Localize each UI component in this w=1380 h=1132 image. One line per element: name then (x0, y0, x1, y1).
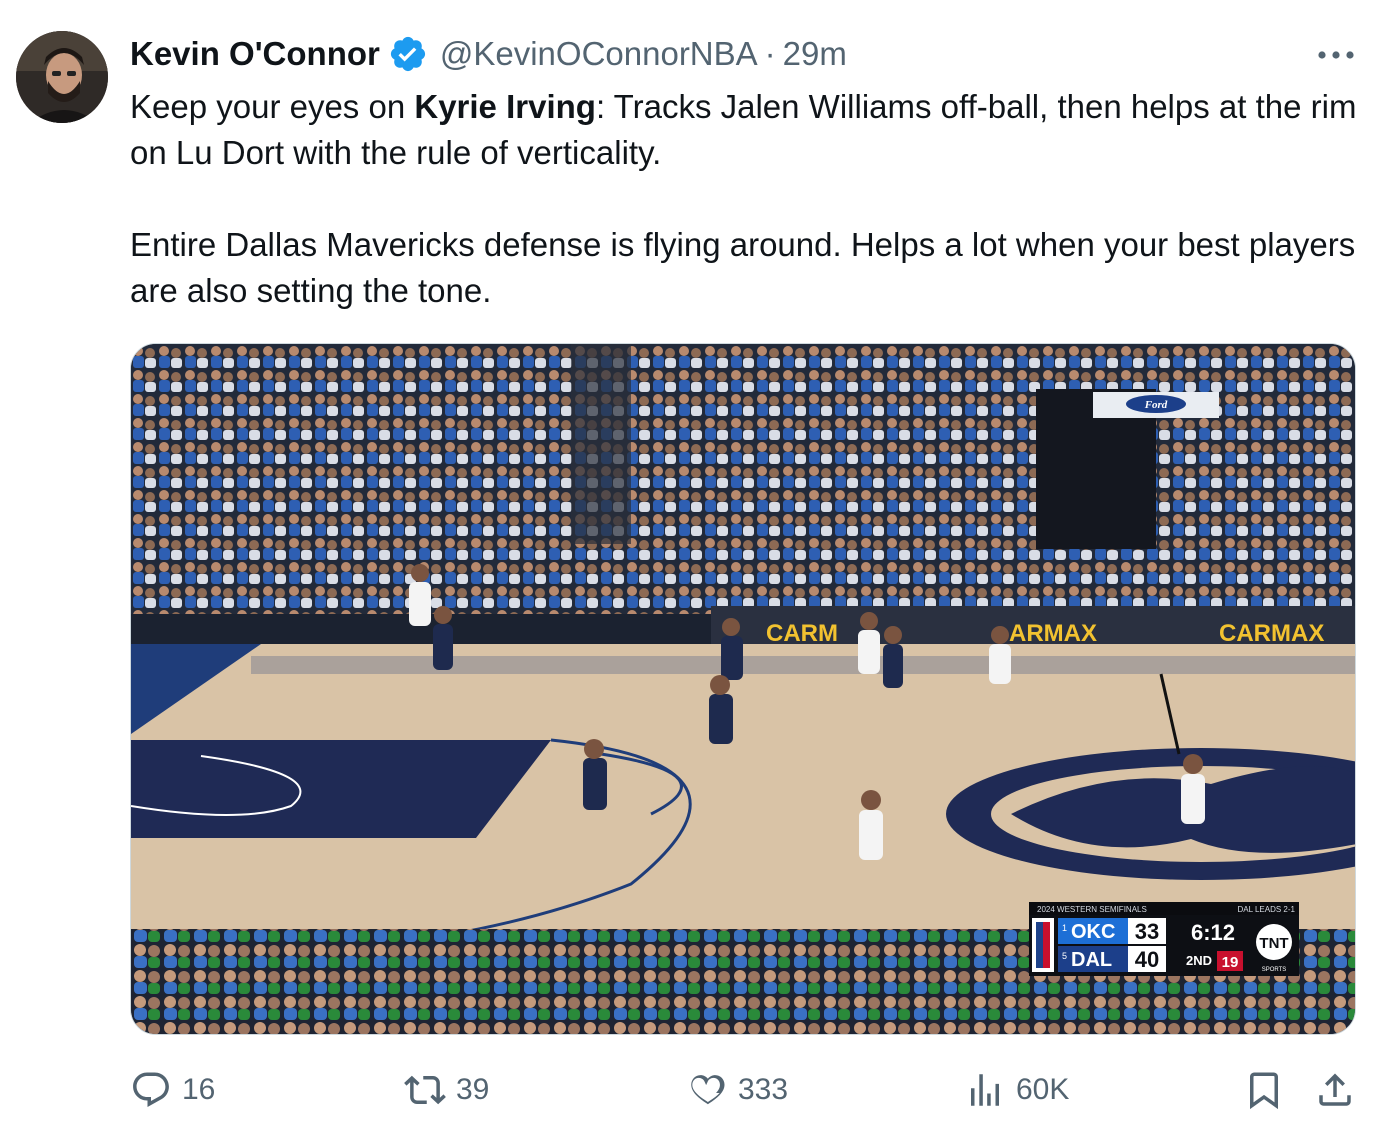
views-icon (971, 1074, 999, 1106)
team1-name: OKC (1071, 921, 1115, 943)
tweet-text: Keep your eyes on Kyrie Irving: Tracks J… (130, 84, 1365, 314)
action-bar: 16 39 333 60K (0, 1060, 1380, 1120)
tweet-header: Kevin O'Connor @KevinOConnorNBA · 29m (130, 30, 847, 78)
sponsor-logo: Ford (1144, 399, 1168, 411)
like-count: 333 (738, 1073, 789, 1106)
tweet-paragraph-2: Entire Dallas Mavericks defense is flyin… (130, 226, 1356, 309)
team2-score: 40 (1135, 947, 1159, 972)
verified-badge-icon[interactable] (388, 34, 428, 74)
bookmark-icon (1250, 1072, 1278, 1110)
scorebug: 2024 WESTERN SEMIFINALS DAL LEADS 2-1 1 … (1029, 902, 1299, 976)
avatar[interactable] (16, 31, 108, 123)
ad-board-3: CARMAX (1219, 620, 1324, 647)
reply-icon (133, 1072, 169, 1107)
network-sub: SPORTS (1262, 967, 1287, 973)
team2-seed: 5 (1062, 951, 1067, 961)
team2-name: DAL (1071, 949, 1112, 971)
highlighted-name: Kyrie Irving (414, 88, 596, 125)
more-icon[interactable] (1312, 40, 1360, 70)
reply-count: 16 (182, 1073, 216, 1106)
team1-seed: 1 (1062, 923, 1067, 933)
scorebug-series-title: 2024 WESTERN SEMIFINALS (1037, 905, 1147, 914)
retweet-icon (404, 1075, 446, 1105)
share-icon (1319, 1073, 1351, 1106)
basketball-game-scene: Ford CARM ARMAX CARMAX 2024 WESTERN SEMI… (131, 344, 1355, 1034)
handle[interactable]: @KevinOConnorNBA (440, 35, 758, 73)
like-button[interactable]: 333 (686, 1060, 788, 1120)
tweet-paragraph-1: Keep your eyes on Kyrie Irving: Tracks J… (130, 88, 1357, 171)
team1-score: 33 (1135, 919, 1159, 944)
retweet-count: 39 (456, 1073, 490, 1106)
ad-board-2: ARMAX (1009, 620, 1097, 647)
tweet-media-image[interactable]: Ford CARM ARMAX CARMAX 2024 WESTERN SEMI… (130, 343, 1356, 1035)
share-button[interactable] (1314, 1060, 1356, 1120)
bookmark-button[interactable] (1243, 1060, 1285, 1120)
timestamp[interactable]: 29m (783, 35, 847, 73)
game-period: 2ND (1186, 953, 1212, 968)
retweet-button[interactable]: 39 (404, 1060, 489, 1120)
reply-button[interactable]: 16 (130, 1060, 215, 1120)
game-clock: 6:12 (1191, 920, 1235, 945)
display-name[interactable]: Kevin O'Connor (130, 35, 380, 73)
like-icon (691, 1075, 725, 1105)
shot-clock: 19 (1222, 954, 1239, 971)
scorebug-series-status: DAL LEADS 2-1 (1237, 905, 1295, 914)
view-count: 60K (1016, 1073, 1070, 1106)
tweet-card[interactable]: Kevin O'Connor @KevinOConnorNBA · 29m Ke… (0, 0, 1380, 1132)
ad-board-1: CARM (766, 620, 838, 647)
views-button[interactable]: 60K (964, 1060, 1069, 1120)
separator-dot: · (764, 35, 776, 72)
network-logo: TNT (1259, 935, 1288, 952)
